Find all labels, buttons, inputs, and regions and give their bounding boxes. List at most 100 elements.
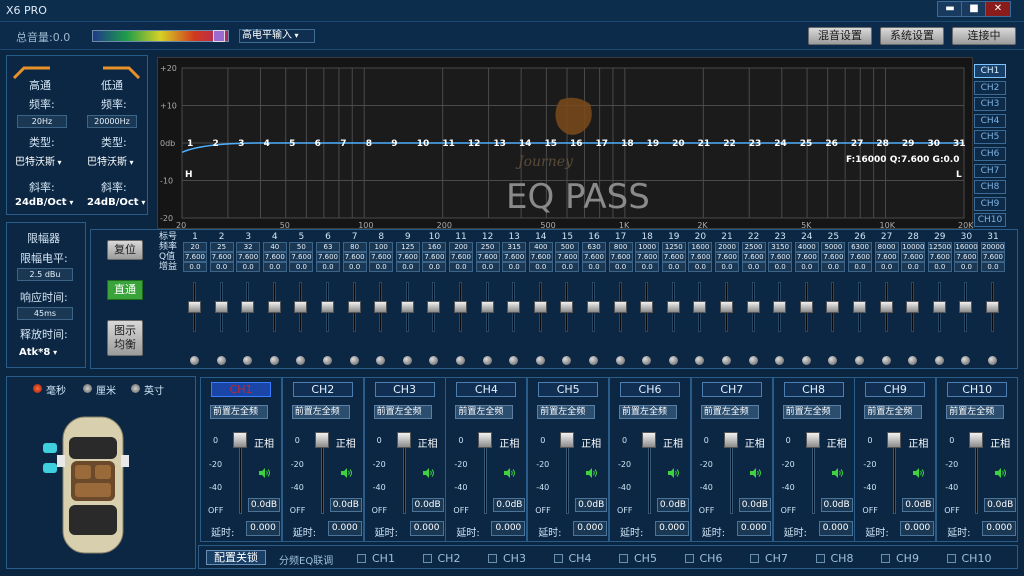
graphic-eq-button[interactable]: 图示 均衡 [107,320,143,356]
graph-tab-ch6[interactable]: CH6 [974,147,1006,161]
band-fader-knob[interactable] [214,301,228,313]
band-fader-knob[interactable] [799,301,813,313]
band-gain-input[interactable]: 0.0 [422,262,447,272]
band-fader-knob[interactable] [826,301,840,313]
band-bypass-dot[interactable] [429,356,439,365]
graph-tab-ch2[interactable]: CH2 [974,80,1006,95]
band-bypass-dot[interactable] [296,356,306,365]
channel-source-select[interactable]: 前置左全频 [864,405,923,419]
channel-source-select[interactable]: 前置左全频 [373,405,432,419]
band-bypass-dot[interactable] [801,356,811,365]
delay-input[interactable]: 0.000 [246,521,280,536]
band-q-input[interactable]: 7.600 [582,252,606,262]
band-q-input[interactable]: 7.600 [528,252,553,262]
band-gain-input[interactable]: 0.0 [981,262,1005,272]
master-volume-slider[interactable] [92,30,229,42]
band-bypass-dot[interactable] [748,356,758,365]
channel-fader-knob[interactable] [887,432,902,448]
input-mode-select[interactable]: 高电平输入 [239,29,315,43]
channel-name-button[interactable]: CH8 [783,382,844,397]
eq-link-checkbox-ch10[interactable]: CH10 [946,552,991,565]
band-fader-knob[interactable] [587,301,600,313]
delay-input[interactable]: 0.000 [491,521,526,536]
band-gain-input[interactable]: 0.0 [183,262,207,272]
band-fader-knob[interactable] [613,301,627,313]
band-q-input[interactable]: 7.600 [715,252,739,262]
band-fader-knob[interactable] [321,301,334,313]
response-time-input[interactable]: 45ms [17,307,73,320]
band-freq-input[interactable]: 500 [555,242,580,252]
band-freq-input[interactable]: 16000 [954,242,979,252]
channel-gain-value[interactable]: 0.0dB [493,498,526,512]
band-bypass-dot[interactable] [349,356,359,365]
phase-toggle[interactable]: 正相 [990,435,1010,450]
band-bypass-dot[interactable] [589,356,598,365]
band-freq-input[interactable]: 2000 [715,242,739,252]
channel-name-button[interactable]: CH3 [374,382,435,397]
phase-toggle[interactable]: 正相 [336,435,356,450]
phase-toggle[interactable]: 正相 [254,435,274,450]
speaker-icon[interactable] [422,467,434,479]
channel-gain-value[interactable]: 0.0dB [902,498,935,512]
channel-source-select[interactable]: 前置左全频 [210,405,268,419]
band-q-input[interactable]: 7.600 [901,252,926,262]
band-gain-input[interactable]: 0.0 [688,262,713,272]
band-fader-knob[interactable] [560,301,574,313]
band-q-input[interactable]: 7.600 [262,252,287,262]
band-gain-input[interactable]: 0.0 [236,262,261,272]
band-freq-input[interactable]: 32 [236,242,261,252]
band-q-input[interactable]: 7.600 [688,252,713,262]
band-freq-input[interactable]: 6300 [848,242,872,252]
band-freq-input[interactable]: 12500 [927,242,952,252]
band-bypass-dot[interactable] [722,356,731,365]
band-fader-knob[interactable] [427,301,441,313]
hp-freq-input[interactable]: 20Hz [17,115,67,128]
band-q-input[interactable]: 7.600 [954,252,979,262]
unit-option-cm[interactable]: 厘米 [83,382,116,397]
band-bypass-dot[interactable] [828,356,838,365]
close-button[interactable]: ✕ [985,1,1011,17]
band-q-input[interactable]: 7.600 [289,252,314,262]
channel-gain-value[interactable]: 0.0dB [984,498,1017,512]
band-freq-input[interactable]: 1000 [635,242,660,252]
delay-input[interactable]: 0.000 [818,521,853,536]
band-fader-knob[interactable] [959,301,973,313]
reset-button[interactable]: 复位 [107,240,143,260]
band-fader-knob[interactable] [640,301,654,313]
phase-toggle[interactable]: 正相 [418,435,438,450]
graph-tab-ch7[interactable]: CH7 [974,163,1006,178]
eq-link-checkbox-ch5[interactable]: CH5 [619,552,657,565]
hp-slope-select[interactable]: 24dB/Oct [15,197,73,208]
channel-name-button[interactable]: CH4 [456,382,517,397]
graph-tab-ch5[interactable]: CH5 [974,130,1006,145]
unit-option-inch[interactable]: 英寸 [131,382,164,397]
band-fader-knob[interactable] [400,301,414,313]
band-freq-input[interactable]: 1600 [688,242,713,252]
graph-tab-ch9[interactable]: CH9 [974,196,1006,211]
band-fader-knob[interactable] [347,301,361,313]
channel-gain-value[interactable]: 0.0dB [329,498,362,512]
band-gain-input[interactable]: 0.0 [927,262,952,272]
connect-button[interactable]: 连接中 [952,27,1016,45]
band-bypass-dot[interactable] [216,356,226,365]
band-bypass-dot[interactable] [456,356,465,365]
band-gain-input[interactable]: 0.0 [768,262,793,272]
channel-source-select[interactable]: 前置左全频 [455,405,514,419]
band-gain-input[interactable]: 0.0 [901,262,926,272]
band-freq-input[interactable]: 80 [342,242,367,252]
band-q-input[interactable]: 7.600 [449,252,473,262]
band-freq-input[interactable]: 400 [528,242,553,252]
delay-input[interactable]: 0.000 [655,521,689,536]
graph-tab-ch8[interactable]: CH8 [974,180,1006,195]
band-bypass-dot[interactable] [402,356,412,365]
eq-link-checkbox-ch2[interactable]: CH2 [422,552,460,565]
band-bypass-dot[interactable] [243,356,253,365]
channel-gain-value[interactable]: 0.0dB [657,498,689,512]
band-q-input[interactable]: 7.600 [981,252,1005,262]
lp-freq-input[interactable]: 20000Hz [87,115,137,128]
band-freq-input[interactable]: 20 [183,242,207,252]
band-bypass-dot[interactable] [269,356,279,365]
band-fader-knob[interactable] [773,301,787,313]
band-gain-input[interactable]: 0.0 [608,262,633,272]
band-bypass-dot[interactable] [509,356,519,365]
